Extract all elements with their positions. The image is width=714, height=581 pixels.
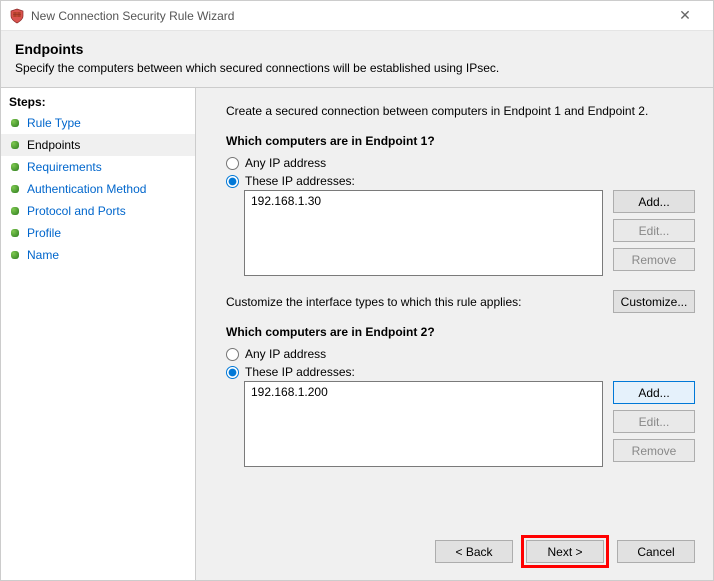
- intro-text: Create a secured connection between comp…: [226, 104, 695, 118]
- endpoint1-add-button[interactable]: Add...: [613, 190, 695, 213]
- window-title: New Connection Security Rule Wizard: [31, 9, 665, 23]
- step-label: Authentication Method: [27, 182, 146, 196]
- endpoint1-remove-button: Remove: [613, 248, 695, 271]
- customize-button[interactable]: Customize...: [613, 290, 695, 313]
- step-label: Endpoints: [27, 138, 80, 152]
- wizard-window: New Connection Security Rule Wizard ✕ En…: [0, 0, 714, 581]
- endpoint2-ip-entry[interactable]: 192.168.1.200: [251, 385, 596, 399]
- endpoint2-any-label: Any IP address: [245, 347, 326, 361]
- bullet-icon: [11, 119, 19, 127]
- endpoint2-remove-button: Remove: [613, 439, 695, 462]
- step-protocol-and-ports[interactable]: Protocol and Ports: [1, 200, 195, 222]
- endpoint2-these-radio-row[interactable]: These IP addresses:: [226, 363, 695, 381]
- endpoint2-button-column: Add... Edit... Remove: [613, 381, 695, 462]
- step-label: Protocol and Ports: [27, 204, 126, 218]
- page-header: Endpoints Specify the computers between …: [1, 31, 713, 88]
- step-label: Requirements: [27, 160, 102, 174]
- bullet-icon: [11, 207, 19, 215]
- main-panel: Create a secured connection between comp…: [196, 88, 713, 580]
- bullet-icon: [11, 229, 19, 237]
- steps-sidebar: Steps: Rule Type Endpoints Requirements …: [1, 88, 196, 580]
- endpoint1-button-column: Add... Edit... Remove: [613, 190, 695, 271]
- page-heading: Endpoints: [15, 41, 699, 57]
- endpoint2-edit-button: Edit...: [613, 410, 695, 433]
- endpoint1-block: 192.168.1.30 Add... Edit... Remove: [226, 190, 695, 276]
- endpoint1-ip-entry[interactable]: 192.168.1.30: [251, 194, 596, 208]
- body: Steps: Rule Type Endpoints Requirements …: [1, 88, 713, 580]
- customize-row: Customize the interface types to which t…: [226, 290, 695, 313]
- endpoint2-add-button[interactable]: Add...: [613, 381, 695, 404]
- page-subtext: Specify the computers between which secu…: [15, 61, 699, 75]
- endpoint2-these-label: These IP addresses:: [245, 365, 355, 379]
- endpoint1-any-radio-row[interactable]: Any IP address: [226, 154, 695, 172]
- bullet-icon: [11, 251, 19, 259]
- endpoint1-these-radio-row[interactable]: These IP addresses:: [226, 172, 695, 190]
- endpoint1-these-label: These IP addresses:: [245, 174, 355, 188]
- wizard-footer: < Back Next > Cancel: [435, 535, 695, 568]
- close-button[interactable]: ✕: [665, 2, 705, 30]
- endpoint2-any-radio-row[interactable]: Any IP address: [226, 345, 695, 363]
- endpoint1-listbox[interactable]: 192.168.1.30: [244, 190, 603, 276]
- titlebar: New Connection Security Rule Wizard ✕: [1, 1, 713, 31]
- endpoint1-these-radio[interactable]: [226, 175, 239, 188]
- endpoint2-listbox[interactable]: 192.168.1.200: [244, 381, 603, 467]
- step-rule-type[interactable]: Rule Type: [1, 112, 195, 134]
- step-label: Name: [27, 248, 59, 262]
- step-authentication-method[interactable]: Authentication Method: [1, 178, 195, 200]
- highlight-box-next: Next >: [521, 535, 609, 568]
- step-profile[interactable]: Profile: [1, 222, 195, 244]
- bullet-icon: [11, 185, 19, 193]
- bullet-icon: [11, 141, 19, 149]
- cancel-button[interactable]: Cancel: [617, 540, 695, 563]
- endpoint1-any-radio[interactable]: [226, 157, 239, 170]
- bullet-icon: [11, 163, 19, 171]
- step-requirements[interactable]: Requirements: [1, 156, 195, 178]
- steps-heading: Steps:: [1, 92, 195, 112]
- customize-text: Customize the interface types to which t…: [226, 295, 613, 309]
- close-icon: ✕: [679, 7, 691, 24]
- step-label: Rule Type: [27, 116, 81, 130]
- endpoint1-question: Which computers are in Endpoint 1?: [226, 134, 695, 148]
- endpoint2-question: Which computers are in Endpoint 2?: [226, 325, 695, 339]
- step-label: Profile: [27, 226, 61, 240]
- firewall-shield-icon: [9, 8, 25, 24]
- endpoint2-these-radio[interactable]: [226, 366, 239, 379]
- next-button[interactable]: Next >: [526, 540, 604, 563]
- endpoint2-any-radio[interactable]: [226, 348, 239, 361]
- endpoint2-block: 192.168.1.200 Add... Edit... Remove: [226, 381, 695, 467]
- back-button[interactable]: < Back: [435, 540, 513, 563]
- endpoint1-edit-button: Edit...: [613, 219, 695, 242]
- step-name[interactable]: Name: [1, 244, 195, 266]
- step-endpoints[interactable]: Endpoints: [1, 134, 195, 156]
- endpoint1-any-label: Any IP address: [245, 156, 326, 170]
- steps-list: Rule Type Endpoints Requirements Authent…: [1, 112, 195, 266]
